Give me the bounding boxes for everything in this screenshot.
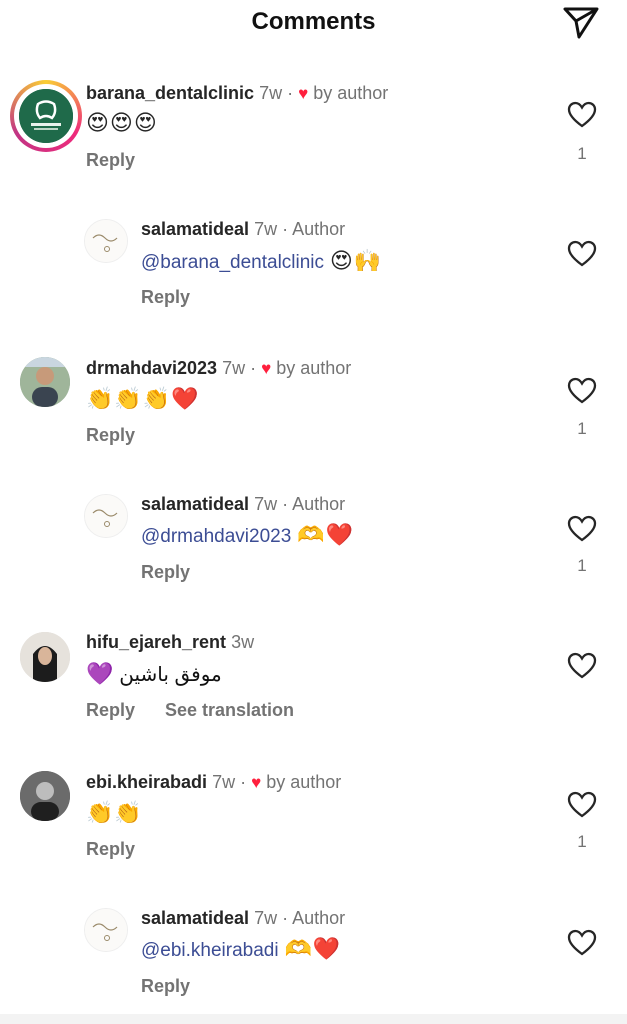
comment-meta: salamatideal 7w · Author	[141, 493, 345, 515]
like-count: 1	[577, 419, 587, 438]
mention-link[interactable]: @barana_dentalclinic	[141, 252, 324, 273]
comment-time: 3w	[231, 632, 255, 652]
username[interactable]: drmahdavi2023	[86, 358, 217, 378]
comment-meta: hifu_ejareh_rent 3w	[86, 631, 254, 653]
author-badge: Author	[292, 219, 346, 239]
heart-outline-icon[interactable]	[567, 515, 597, 543]
reply-button[interactable]: Reply	[86, 150, 135, 171]
reply-button[interactable]: Reply	[86, 839, 135, 860]
avatar[interactable]	[84, 494, 128, 538]
username[interactable]: salamatideal	[141, 494, 249, 514]
comment-emoji: 👏👏	[86, 801, 143, 826]
mention-link[interactable]: @ebi.kheirabadi	[141, 940, 279, 961]
reply-button[interactable]: Reply	[86, 425, 135, 446]
comment-meta: barana_dentalclinic 7w · ♥ by author	[86, 82, 388, 105]
comment-body: 😍😍😍	[86, 110, 158, 138]
comment-meta: drmahdavi2023 7w · ♥ by author	[86, 357, 351, 380]
comment-body: 💜 موفق باشین	[86, 661, 222, 689]
comment-time: 7w	[212, 772, 236, 792]
reply-button[interactable]: Reply	[141, 287, 190, 308]
comment-emoji: 🫶❤️	[297, 523, 354, 548]
username[interactable]: hifu_ejareh_rent	[86, 632, 226, 652]
separator-dot: ·	[282, 908, 289, 928]
comment-time: 7w	[254, 494, 278, 514]
separator-dot: ·	[282, 219, 289, 239]
see-translation-button[interactable]: See translation	[165, 700, 294, 721]
avatar[interactable]	[20, 357, 70, 407]
username[interactable]: ebi.kheirabadi	[86, 772, 207, 792]
heart-outline-icon[interactable]	[567, 377, 597, 405]
heart-filled-icon: ♥	[251, 773, 262, 792]
paper-plane-icon[interactable]	[562, 6, 600, 40]
page-title: Comments	[251, 8, 376, 35]
like-count: 1	[577, 832, 587, 851]
comment-body: @barana_dentalclinic 😍🙌	[141, 248, 382, 277]
comment-emoji: 🫶❤️	[284, 937, 342, 962]
separator-dot: ·	[250, 358, 257, 378]
reply-button[interactable]: Reply	[141, 562, 190, 583]
heart-outline-icon[interactable]	[567, 791, 597, 819]
heart-filled-icon: ♥	[261, 359, 272, 378]
comment-time: 7w	[254, 908, 278, 928]
comment-meta: salamatideal 7w · Author	[141, 218, 345, 240]
separator-dot: ·	[240, 772, 247, 792]
comment-body: @ebi.kheirabadi 🫶❤️	[141, 936, 341, 965]
comments-screen: Comments barana_dentalclinic 7w · ♥ by a…	[0, 0, 627, 1024]
comment-time: 7w	[259, 83, 283, 103]
avatar[interactable]	[84, 908, 128, 952]
liked-by-author-label: by author	[266, 772, 342, 792]
heart-filled-icon: ♥	[298, 84, 309, 103]
comment-time: 7w	[254, 219, 278, 239]
avatar[interactable]	[20, 632, 70, 682]
heart-outline-icon[interactable]	[567, 929, 597, 957]
comment-emoji: 💜	[86, 662, 114, 687]
author-badge: Author	[292, 908, 346, 928]
avatar[interactable]	[20, 771, 70, 821]
comment-body: 👏👏👏❤️	[86, 386, 200, 414]
separator-dot: ·	[282, 494, 289, 514]
comment-emoji: 👏👏👏❤️	[86, 387, 200, 412]
separator-dot: ·	[287, 83, 294, 103]
avatar[interactable]	[84, 219, 128, 263]
username[interactable]: salamatideal	[141, 219, 249, 239]
username[interactable]: barana_dentalclinic	[86, 83, 254, 103]
comment-body: 👏👏	[86, 800, 143, 828]
heart-outline-icon[interactable]	[567, 652, 597, 680]
heart-outline-icon[interactable]	[567, 240, 597, 268]
comment-meta: salamatideal 7w · Author	[141, 907, 345, 929]
comment-text: موفق باشین	[119, 664, 222, 686]
comment-emoji: 😍🙌	[329, 249, 383, 274]
author-badge: Author	[292, 494, 346, 514]
comment-meta: ebi.kheirabadi 7w · ♥ by author	[86, 771, 341, 794]
like-count: 1	[577, 556, 587, 575]
comment-emoji: 😍😍😍	[86, 111, 158, 136]
reply-button[interactable]: Reply	[141, 976, 190, 997]
liked-by-author-label: by author	[276, 358, 352, 378]
reply-button[interactable]: Reply	[86, 700, 135, 721]
liked-by-author-label: by author	[313, 83, 389, 103]
avatar	[19, 89, 73, 143]
heart-outline-icon[interactable]	[567, 101, 597, 129]
story-ring[interactable]	[10, 80, 82, 152]
bottom-divider	[0, 1014, 627, 1024]
comments-header: Comments	[0, 0, 627, 50]
username[interactable]: salamatideal	[141, 908, 249, 928]
comment-time: 7w	[222, 358, 246, 378]
comment-body: @drmahdavi2023 🫶❤️	[141, 522, 354, 551]
mention-link[interactable]: @drmahdavi2023	[141, 526, 291, 547]
like-count: 1	[577, 144, 587, 163]
